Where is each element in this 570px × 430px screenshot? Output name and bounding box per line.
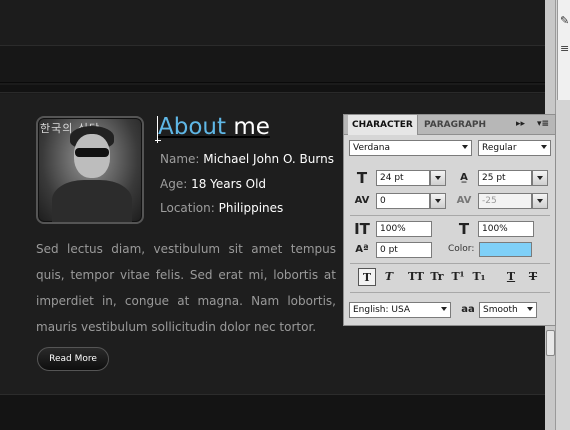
tracking-field[interactable]: -25 [478, 193, 532, 209]
dock-tool-icon[interactable]: ✎ [560, 14, 569, 27]
faux-bold-button[interactable]: T [358, 268, 376, 286]
strikethrough-button[interactable]: T [524, 268, 542, 286]
name-label: Name: [160, 152, 200, 166]
antialias-select[interactable]: Smooth [479, 302, 537, 318]
font-size-dropdown[interactable] [430, 170, 446, 186]
tracking-icon: AV [456, 195, 472, 206]
avatar-body [52, 180, 132, 222]
chevron-down-icon [462, 145, 468, 149]
baseline-shift-field[interactable]: 0 pt [376, 242, 432, 258]
bio-paragraph: Sed lectus diam, vestibulum sit amet tem… [36, 242, 336, 334]
info-location: Location: Philippines [160, 201, 283, 215]
nav-band [0, 45, 545, 83]
read-more-button[interactable]: Read More [37, 347, 109, 371]
title-accent: About [158, 114, 227, 140]
color-label: Color: [448, 244, 475, 254]
footer-band [0, 394, 545, 430]
baseline-shift-icon: Aª [355, 244, 369, 255]
info-name: Name: Michael John O. Burns [160, 152, 334, 166]
chevron-down-icon [541, 145, 547, 149]
info-age: Age: 18 Years Old [160, 177, 266, 191]
character-panel: CHARACTER PARAGRAPH ▸▸ ▾≡ Verdana Regula… [343, 114, 556, 326]
tracking-dropdown[interactable] [532, 193, 548, 209]
panel-divider [350, 263, 550, 264]
horizontal-scale-icon: T [458, 220, 470, 238]
text-cursor-baseline [155, 140, 161, 141]
all-caps-button[interactable]: TT [407, 268, 425, 286]
tab-character[interactable]: CHARACTER [348, 115, 418, 135]
language-select[interactable]: English: USA [349, 302, 451, 318]
vertical-scale-field[interactable]: 100% [376, 221, 432, 237]
location-value: Philippines [218, 201, 284, 215]
font-size-icon: T [356, 169, 368, 187]
vertical-scale-icon: IT [354, 220, 370, 238]
superscript-button[interactable]: T¹ [449, 268, 467, 286]
title-rest: me [233, 114, 270, 140]
collapse-icon[interactable]: ▸▸ [516, 119, 525, 129]
font-style-value: Regular [482, 143, 517, 153]
panel-divider [350, 292, 550, 293]
font-family-value: Verdana [353, 143, 390, 153]
age-label: Age: [160, 177, 188, 191]
font-family-select[interactable]: Verdana [349, 140, 472, 156]
dock-tool-icon[interactable]: ≡ [560, 42, 569, 55]
header-band [0, 0, 545, 45]
horizontal-scale-field[interactable]: 100% [478, 221, 534, 237]
underline-button[interactable]: T [502, 268, 520, 286]
chevron-down-icon [441, 307, 447, 311]
kerning-dropdown[interactable] [430, 193, 446, 209]
panel-menu-icon[interactable]: ▾≡ [537, 119, 549, 129]
antialias-value: Smooth [483, 305, 518, 315]
color-swatch[interactable] [479, 242, 532, 257]
small-caps-button[interactable]: Tr [428, 268, 446, 286]
tab-paragraph[interactable]: PARAGRAPH [420, 115, 490, 135]
leading-dropdown[interactable] [532, 170, 548, 186]
page-title[interactable]: About me [158, 114, 270, 140]
faux-italic-button[interactable]: T [380, 268, 398, 286]
antialias-glyph: a [461, 304, 468, 315]
avatar-sunglasses [75, 148, 109, 157]
font-style-select[interactable]: Regular [478, 140, 551, 156]
kerning-field[interactable]: 0 [376, 193, 430, 209]
name-value: Michael John O. Burns [203, 152, 334, 166]
divider-line [0, 85, 545, 93]
leading-icon: A̲ [460, 172, 468, 183]
language-value: English: USA [353, 305, 411, 315]
panel-tab-bar: CHARACTER PARAGRAPH ▸▸ ▾≡ [344, 115, 555, 135]
age-value: 18 Years Old [191, 177, 267, 191]
leading-field[interactable]: 25 pt [478, 170, 532, 186]
chevron-down-icon [527, 307, 533, 311]
subscript-button[interactable]: T₁ [470, 268, 488, 286]
antialias-icon: aa [461, 304, 475, 315]
avatar: 한국의 식당 [36, 116, 144, 224]
text-cursor [157, 116, 158, 143]
scrollbar-thumb[interactable] [546, 330, 555, 356]
location-label: Location: [160, 201, 215, 215]
panel-divider [350, 215, 550, 216]
font-size-field[interactable]: 24 pt [376, 170, 430, 186]
kerning-icon: AV [354, 195, 370, 206]
